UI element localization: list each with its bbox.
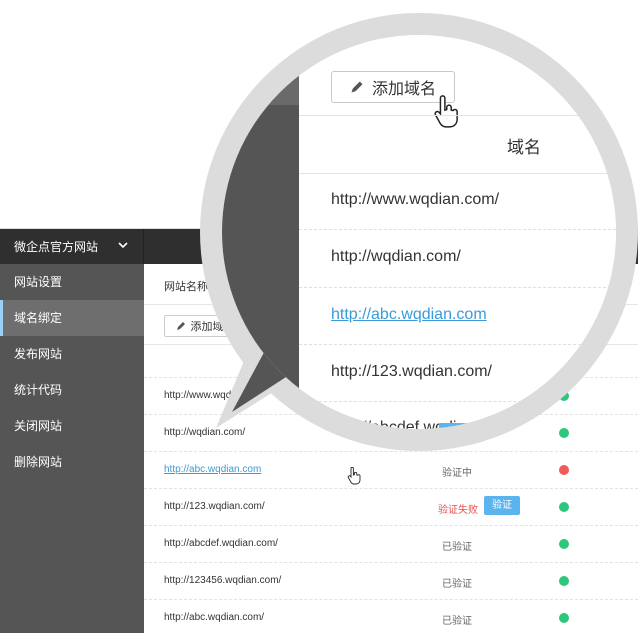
hand-cursor-icon: [347, 467, 361, 485]
site-selector[interactable]: 微企点官方网站: [0, 229, 144, 264]
row-divider: [299, 401, 616, 402]
add-domain-label: 添加域名: [371, 81, 436, 98]
status-dot: [559, 576, 569, 586]
site-selector-label: 微企点官方网站: [14, 240, 99, 254]
status-text: 验证中: [442, 468, 472, 479]
divider: [299, 173, 616, 174]
verify-button[interactable]: [439, 423, 477, 429]
chevron-down-icon: [118, 242, 128, 249]
status-dot: [559, 465, 569, 475]
magnified-content: 添加域名 域名 http://www.wqdian.com/ http://wq…: [299, 35, 616, 429]
magnified-topbar: [222, 35, 299, 105]
sidebar-item-label: 删除网站: [14, 455, 63, 469]
domain-cell: http://123.wqdian.com/: [164, 501, 265, 512]
domain-cell: http://abc.wqdian.com/: [164, 612, 265, 623]
sidebar-item-close-site[interactable]: 关闭网站: [0, 408, 144, 444]
sidebar: 网站设置 域名绑定 发布网站 统计代码 关闭网站 删除网站: [0, 264, 144, 633]
sidebar-item-label: 统计代码: [14, 383, 63, 397]
sidebar-item-label: 关闭网站: [14, 419, 63, 433]
domain-cell: http://abcdef.wqdian.com/: [164, 538, 278, 549]
sidebar-item-label: 发布网站: [14, 347, 63, 361]
sidebar-item-publish-site[interactable]: 发布网站: [0, 336, 144, 372]
column-header-domain: 域名: [507, 138, 541, 157]
sidebar-item-delete-site[interactable]: 删除网站: [0, 444, 144, 480]
status-text: 验证失败: [438, 505, 478, 516]
pencil-icon: [351, 81, 363, 93]
table-row: http://abcdef.wqdian.com/ 已验证: [144, 525, 638, 562]
sidebar-item-domain-binding[interactable]: 域名绑定: [0, 300, 144, 336]
sidebar-item-label: 域名绑定: [14, 311, 63, 325]
hand-cursor-icon: [434, 95, 458, 128]
magnified-domain-cell: http://www.wqdian.com/: [331, 191, 500, 208]
status-dot: [559, 428, 569, 438]
sidebar-item-label: 网站设置: [14, 275, 63, 289]
status-text: 已验证: [442, 542, 472, 553]
table-row: http://123.wqdian.com/ 验证失败 验证: [144, 488, 638, 525]
table-row: http://abc.wqdian.com/ 已验证: [144, 599, 638, 636]
magnifier-lens: 添加域名 域名 http://www.wqdian.com/ http://wq…: [222, 35, 616, 429]
sidebar-item-site-settings[interactable]: 网站设置: [0, 264, 144, 300]
table-row: http://123456.wqdian.com/ 已验证: [144, 562, 638, 599]
status-dot: [559, 539, 569, 549]
divider: [299, 115, 616, 116]
status-dot: [559, 502, 569, 512]
row-divider: [299, 287, 616, 288]
domain-cell: http://123456.wqdian.com/: [164, 575, 282, 586]
status-dot: [559, 613, 569, 623]
magnified-domain-cell: http://123.wqdian.com/: [331, 363, 492, 380]
status-text: 已验证: [442, 616, 472, 627]
sidebar-item-stats-code[interactable]: 统计代码: [0, 372, 144, 408]
magnified-domain-cell: http://wqdian.com/: [331, 248, 461, 265]
pencil-icon: [176, 322, 185, 330]
verify-button[interactable]: 验证: [484, 496, 520, 515]
table-row: http://abc.wqdian.com 验证中: [144, 451, 638, 488]
magnified-domain-link[interactable]: http://abc.wqdian.com: [331, 306, 487, 324]
row-divider: [299, 229, 616, 230]
status-text: 已验证: [442, 579, 472, 590]
domain-link[interactable]: http://abc.wqdian.com: [164, 464, 261, 475]
row-divider: [299, 344, 616, 345]
